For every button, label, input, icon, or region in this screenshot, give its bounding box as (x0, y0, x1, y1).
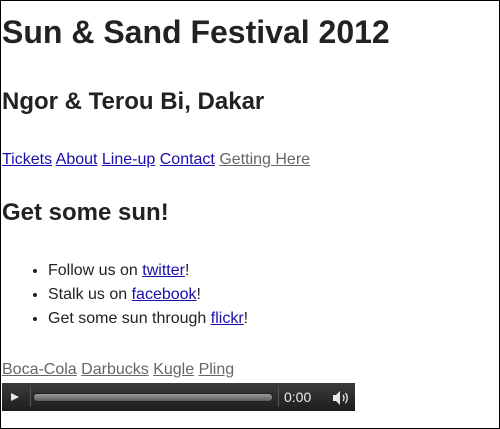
sponsor-nav: Boca-Cola Darbucks Kugle Pling (2, 361, 234, 379)
nav-link-contact[interactable]: Contact (160, 151, 215, 168)
social-suffix: ! (184, 262, 190, 279)
sponsor-link-boca-cola[interactable]: Boca-Cola (2, 361, 77, 378)
social-prefix: Follow us on (48, 262, 143, 279)
page-frame: Sun & Sand Festival 2012 Ngor & Terou Bi… (0, 0, 500, 429)
list-item: Stalk us on facebook! (48, 283, 248, 307)
sponsor-link-pling[interactable]: Pling (199, 361, 235, 378)
facebook-link[interactable]: facebook (132, 286, 197, 303)
volume-icon (333, 391, 348, 405)
social-list: Follow us on twitter! Stalk us on facebo… (31, 259, 248, 331)
social-prefix: Stalk us on (48, 286, 132, 303)
nav-link-getting-here[interactable]: Getting Here (219, 151, 310, 168)
page-title: Sun & Sand Festival 2012 (2, 14, 390, 50)
time-display: 0:00 (284, 389, 312, 405)
volume-button[interactable] (332, 390, 352, 406)
social-suffix: ! (196, 286, 201, 303)
nav-link-line-up[interactable]: Line-up (102, 151, 155, 168)
list-item: Follow us on twitter! (48, 259, 248, 283)
divider (30, 387, 31, 407)
play-icon (11, 393, 19, 401)
flickr-link[interactable]: flickr (211, 310, 244, 327)
play-button[interactable] (2, 383, 30, 411)
list-item: Get some sun through flickr! (48, 307, 248, 331)
sponsor-link-kugle[interactable]: Kugle (153, 361, 194, 378)
audio-player: 0:00 (2, 383, 355, 411)
page-subtitle: Ngor & Terou Bi, Dakar (2, 88, 265, 115)
twitter-link[interactable]: twitter (142, 262, 185, 279)
nav-link-tickets[interactable]: Tickets (2, 151, 52, 168)
social-suffix: ! (243, 310, 249, 327)
nav-link-about[interactable]: About (56, 151, 98, 168)
progress-slider[interactable] (33, 393, 273, 402)
divider (278, 387, 279, 407)
main-nav: Tickets About Line-up Contact Getting He… (2, 151, 310, 169)
section-heading: Get some sun! (2, 199, 169, 226)
social-prefix: Get some sun through (48, 310, 211, 327)
sponsor-link-darbucks[interactable]: Darbucks (81, 361, 149, 378)
